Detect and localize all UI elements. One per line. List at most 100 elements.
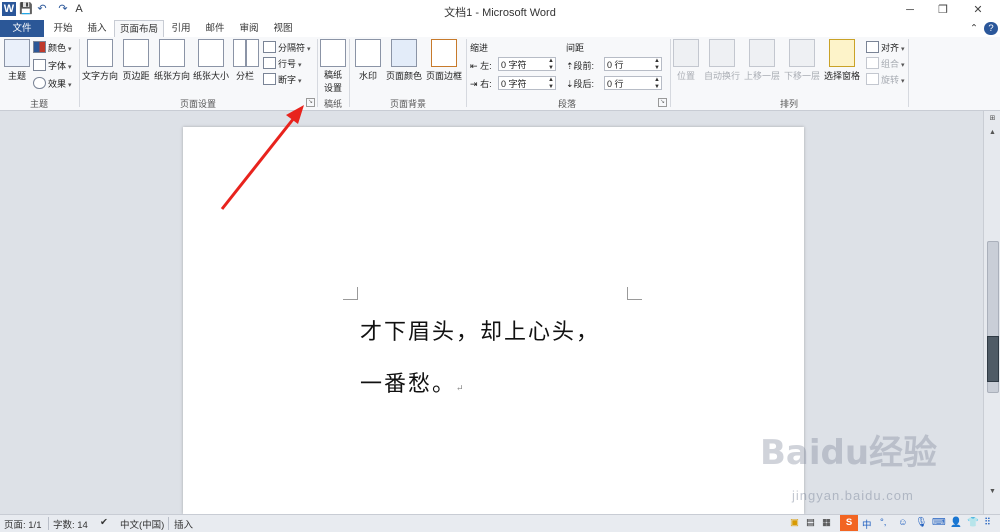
ime-sogou-icon[interactable]: S [840,515,858,531]
draft-settings-label-2: 设置 [323,83,342,93]
spacing-after-label: ⇣段后: [566,79,595,89]
ime-keyboard-icon[interactable]: ⌨ [932,517,946,528]
spinner-arrows-icon[interactable]: ▲ ▼ [654,77,660,91]
themes-button[interactable]: 主题 [4,39,30,82]
send-backward-button[interactable]: 下移一层 [782,39,822,82]
tab-page-layout[interactable]: 页面布局 [114,20,164,38]
send-backward-label: 下移一层 [783,71,820,81]
full-screen-view-icon[interactable]: ▤ [806,517,815,528]
hyphenation-label: 断字 [278,75,297,85]
line-numbers-icon [263,57,276,69]
breaks-label: 分隔符 [278,43,306,53]
ime-user-icon[interactable]: 👤 [950,517,962,528]
page-color-button[interactable]: 页面颜色 [384,39,424,82]
indent-right-icon: ⇥ [470,79,478,89]
page-borders-label: 页面边框 [425,71,462,81]
spacing-before-icon: ⇡ [566,61,574,71]
group-label-page-background: 页面背景 [389,99,426,109]
help-icon[interactable]: ? [984,22,998,35]
group-label-paragraph: 段落 [557,99,576,109]
tab-mailings[interactable]: 邮件 [200,20,230,37]
theme-colors-button[interactable]: 颜色 ▾ [33,41,71,54]
document-text-line[interactable]: 一番愁。↵ [360,366,464,398]
indent-right-input[interactable]: 0 字符 ▲ ▼ [498,76,556,90]
bring-forward-button[interactable]: 上移一层 [742,39,782,82]
margins-icon [123,39,149,67]
ribbon: 主题 颜色 ▾ 字体 ▾ 效果 ▾ 主题 文字方向 页边距 纸张方向 纸张大小 … [0,37,1000,111]
rotate-icon [866,73,879,85]
text-direction-icon [87,39,113,67]
draft-settings-label-1: 稿纸 [323,70,342,80]
spinner-arrows-icon[interactable]: ▲ ▼ [548,77,554,91]
page-borders-button[interactable]: 页面边框 [424,39,464,82]
draft-settings-button[interactable]: 稿纸 设置 [320,39,346,94]
restore-button[interactable]: ❐ [933,2,953,18]
indent-left-input[interactable]: 0 字符 ▲ ▼ [498,57,556,71]
web-layout-view-icon[interactable]: ▦ [822,517,831,528]
language-indicator[interactable]: 中文(中国) [120,517,164,531]
rotate-button[interactable]: 旋转 ▾ [866,73,904,86]
tab-insert[interactable]: 插入 [82,20,112,37]
ime-punctuation-icon[interactable]: °, [880,517,886,528]
ime-toolbox-icon[interactable]: ⠿ [984,517,991,528]
minimize-button[interactable]: ─ [900,2,920,18]
spacing-before-input[interactable]: 0 行 ▲ ▼ [604,57,662,71]
bring-forward-icon [749,39,775,67]
page-size-icon [198,39,224,67]
watermark-label: 水印 [358,71,377,81]
ime-voice-icon[interactable]: 🎙 [915,517,927,528]
tab-references[interactable]: 引用 [166,20,196,37]
document-text-line[interactable]: 才下眉头，却上心头， [360,314,600,346]
selection-pane-button[interactable]: 选择窗格 [822,39,862,82]
scroll-up-arrow-icon[interactable]: ▲ [984,127,1000,139]
page-setup-dialog-launcher[interactable]: ↘ [306,98,315,107]
theme-fonts-button[interactable]: 字体 ▾ [33,59,71,72]
group-objects-button[interactable]: 组合 ▾ [866,57,904,70]
page-count[interactable]: 页面: 1/1 [4,517,42,531]
indent-heading: 缩进 [470,43,489,53]
crop-mark [343,287,358,300]
print-layout-view-icon[interactable]: ▣ [790,517,799,528]
tab-review[interactable]: 审阅 [234,20,264,37]
spinner-arrows-icon[interactable]: ▲ ▼ [548,58,554,72]
ime-emoji-icon[interactable]: ☺ [898,517,908,528]
columns-icon [233,39,259,67]
ime-skin-icon[interactable]: 👕 [967,517,979,528]
vertical-scrollbar[interactable]: ⊞ ▲ ▼ [983,111,1000,514]
paragraph-dialog-launcher[interactable]: ↘ [658,98,667,107]
close-button[interactable]: ✕ [968,2,988,18]
status-bar: 页面: 1/1 字数: 14 ✔ 中文(中国) 插入 ▣ ▤ ▦ S 中 °, … [0,514,1000,532]
columns-button[interactable]: 分栏 [233,39,259,82]
insert-mode-indicator[interactable]: 插入 [174,517,193,531]
breaks-button[interactable]: 分隔符 ▾ [263,41,310,54]
tab-home[interactable]: 开始 [48,20,78,37]
hyphenation-button[interactable]: 断字 ▾ [263,73,301,86]
spacing-before-label: ⇡段前: [566,61,595,71]
themes-label: 主题 [7,71,26,81]
watermark-button[interactable]: 水印 [354,39,382,82]
tab-file[interactable]: 文件 [0,20,44,37]
orientation-button[interactable]: 纸张方向 [153,39,191,82]
orientation-icon [159,39,185,67]
tab-view[interactable]: 视图 [268,20,298,37]
page-size-button[interactable]: 纸张大小 [192,39,230,82]
wrap-text-icon [709,39,735,67]
proofing-icon[interactable]: ✔ [100,517,108,528]
status-divider [48,517,49,530]
wrap-text-button[interactable]: 自动换行 [702,39,742,82]
spacing-after-input[interactable]: 0 行 ▲ ▼ [604,76,662,90]
theme-effects-button[interactable]: 效果 ▾ [33,77,71,90]
ime-chinese-mode-icon[interactable]: 中 [862,517,872,531]
spinner-arrows-icon[interactable]: ▲ ▼ [654,58,660,72]
word-count[interactable]: 字数: 14 [53,517,88,531]
ribbon-minimize-icon[interactable]: ⌃ [968,20,980,37]
margins-button[interactable]: 页边距 [120,39,152,82]
scroll-down-arrow-icon[interactable]: ▼ [984,486,1000,498]
bring-forward-label: 上移一层 [743,71,780,81]
line-numbers-button[interactable]: 行号 ▾ [263,57,301,70]
ribbon-tabs: 文件 开始 插入 页面布局 引用 邮件 审阅 视图 ⌃ ? [0,20,1000,38]
text-direction-button[interactable]: 文字方向 [80,39,120,82]
align-button[interactable]: 对齐 ▾ [866,41,904,54]
ruler-toggle-icon[interactable]: ⊞ [984,113,1000,125]
position-button[interactable]: 位置 [673,39,699,82]
